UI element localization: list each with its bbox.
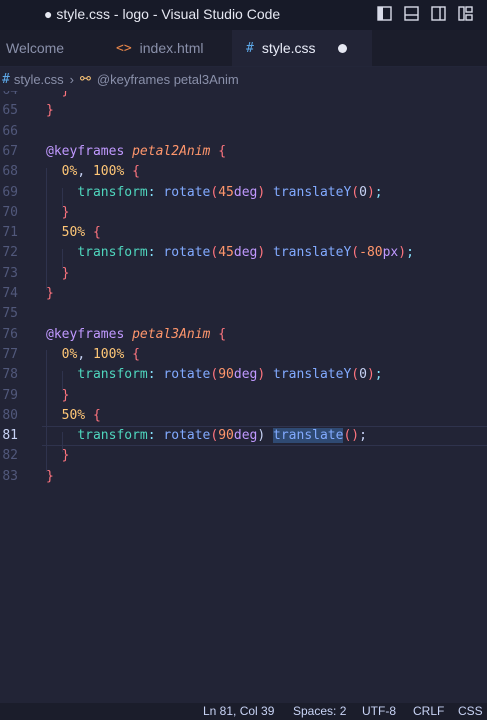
tab-label: index.html [139,40,204,56]
status-bar: Ln 81, Col 39 Spaces: 2 UTF-8 CRLF CSS [0,703,487,720]
code-text[interactable]: transform: rotate(90deg) translate(); [46,426,367,446]
line-number: 79 [2,387,18,403]
tab-index-html[interactable]: <> index.html [104,30,242,66]
window-title: ● style.css - logo - Visual Studio Code [44,6,281,22]
breadcrumb-file[interactable]: style.css [14,72,64,87]
toggle-primary-sidebar-icon[interactable] [377,6,392,21]
line-number: 64 [0,91,18,101]
line-number: 66 [2,123,18,139]
code-text[interactable]: transform: rotate(45deg) translateY(0); [46,183,382,203]
encoding[interactable]: UTF-8 [362,704,396,718]
code-line[interactable]: 79 } [0,386,487,406]
code-text[interactable]: 50% { [46,223,101,243]
code-line[interactable]: 71 50% { [0,223,487,243]
code-line[interactable]: 68 0%, 100% { [0,162,487,182]
code-text[interactable]: } [46,386,70,406]
line-number: 74 [2,286,18,301]
code-text[interactable]: 0%, 100% { [46,345,140,365]
tab-style-css[interactable]: # style.css [232,30,372,66]
line-number: 65 [2,103,18,119]
code-line[interactable]: 75 [0,304,487,324]
unsaved-dot-icon[interactable] [338,44,347,53]
code-text[interactable]: } [46,284,54,304]
code-line[interactable]: 77 0%, 100% { [0,345,487,365]
line-number: 70 [2,204,18,220]
line-number: 71 [2,225,18,241]
tab-label: style.css [261,40,316,56]
line-number: 69 [2,184,18,200]
line-number: 80 [2,407,18,423]
code-text[interactable]: transform: rotate(45deg) translateY(-80p… [46,243,414,263]
code-text[interactable]: @keyframes petal3Anim { [46,325,226,345]
tab-label: Welcome [6,40,65,56]
line-number: 72 [2,245,18,261]
breadcrumb-symbol[interactable]: @keyframes petal3Anim [97,72,239,87]
line-number: 81 [2,428,18,444]
line-number: 67 [2,143,18,159]
line-number: 75 [2,306,18,322]
code-text[interactable]: } [46,264,70,284]
code-text[interactable]: transform: rotate(90deg) translateY(0); [46,365,382,385]
code-text[interactable]: } [46,467,54,487]
line-number: 73 [2,265,18,281]
breadcrumb: # style.css › ⚯ @keyframes petal3Anim [0,67,487,91]
code-text[interactable]: @keyframes petal2Anim { [46,142,226,162]
code-text[interactable]: 50% { [46,406,101,426]
customize-layout-icon[interactable] [458,6,473,21]
line-number: 76 [2,326,18,342]
line-number: 83 [2,468,18,484]
title-bar: ● style.css - logo - Visual Studio Code [0,0,487,30]
tab-welcome[interactable]: Welcome [0,30,106,66]
code-line[interactable]: 69 transform: rotate(45deg) translateY(0… [0,183,487,203]
html-icon: <> [116,40,132,56]
code-line[interactable]: 80 50% { [0,406,487,426]
layout-controls [377,6,473,21]
cursor-position[interactable]: Ln 81, Col 39 [203,704,274,718]
code-line[interactable]: 70 } [0,203,487,223]
line-number: 78 [2,367,18,383]
code-text[interactable]: } [46,203,70,223]
editor-tabs: Welcome <> index.html # style.css [0,30,487,67]
code-line[interactable]: 82 } [0,446,487,466]
code-text[interactable]: } [46,446,70,466]
code-line[interactable]: 74} [0,284,487,304]
code-line[interactable]: 72 transform: rotate(45deg) translateY(-… [0,243,487,263]
code-line[interactable]: 65} [0,101,487,121]
line-number: 77 [2,346,18,362]
indentation[interactable]: Spaces: 2 [293,704,346,718]
toggle-panel-icon[interactable] [404,6,419,21]
code-line[interactable]: 73 } [0,264,487,284]
code-editor[interactable]: 64 }65}6667@keyframes petal2Anim {68 0%,… [0,91,487,703]
code-line[interactable]: 83} [0,467,487,487]
line-number: 82 [2,448,18,464]
code-text[interactable]: } [46,101,54,121]
code-text[interactable]: 0%, 100% { [46,162,140,182]
code-line[interactable]: 64 } [0,91,487,101]
chevron-right-icon: › [69,71,75,87]
code-line[interactable]: 76 @keyframes petal3Anim { [0,325,487,345]
code-line[interactable]: 67 @keyframes petal2Anim { [0,142,487,162]
code-text[interactable]: } [46,91,70,101]
toggle-secondary-sidebar-icon[interactable] [431,6,446,21]
css-icon: # [246,40,254,56]
line-endings[interactable]: CRLF [413,704,444,718]
code-line[interactable]: 81 transform: rotate(90deg) translate(); [0,426,487,447]
line-number: 68 [2,164,18,180]
language-mode[interactable]: CSS [458,704,483,718]
code-line[interactable]: 78 transform: rotate(90deg) translateY(0… [0,365,487,385]
css-icon: # [2,71,10,87]
symbol-keyframes-icon: ⚯ [80,71,91,86]
code-line[interactable]: 66 [0,122,487,142]
